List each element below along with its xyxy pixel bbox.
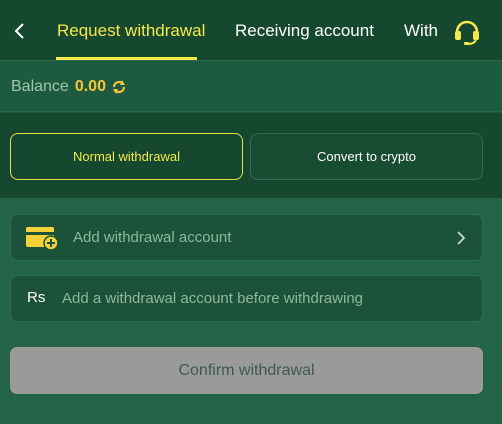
tab-request-withdrawal[interactable]: Request withdrawal	[57, 0, 206, 60]
headset-icon	[455, 20, 479, 45]
active-tab-indicator	[56, 57, 197, 60]
normal-withdrawal-button[interactable]: Normal withdrawal	[10, 133, 243, 180]
refresh-icon	[112, 79, 126, 94]
refresh-button[interactable]	[111, 79, 127, 95]
top-bar: Request withdrawal Receiving account Wit…	[0, 0, 502, 61]
tab-receiving-account[interactable]: Receiving account	[235, 0, 374, 60]
balance-value: 0.00	[74, 77, 106, 95]
withdrawal-account-notice: Rs Add a withdrawal account before withd…	[10, 275, 483, 322]
back-button[interactable]	[9, 18, 29, 44]
wallet-add-icon	[26, 227, 59, 251]
tab-request-withdrawal-label: Request withdrawal	[57, 20, 206, 40]
convert-to-crypto-button[interactable]: Convert to crypto	[250, 133, 483, 180]
confirm-withdrawal-button[interactable]: Confirm withdrawal	[10, 347, 483, 394]
withdrawal-account-notice-label: Add a withdrawal account before withdraw…	[62, 290, 364, 307]
chevron-left-icon	[14, 23, 24, 39]
rupee-icon: Rs	[27, 289, 46, 306]
tab-with-label: With	[404, 20, 438, 40]
chevron-right-icon	[457, 231, 466, 245]
add-withdrawal-account-button[interactable]: Add withdrawal account	[10, 214, 483, 261]
tab-with[interactable]: With	[404, 0, 438, 60]
normal-withdrawal-label: Normal withdrawal	[73, 149, 180, 164]
add-withdrawal-account-label: Add withdrawal account	[73, 229, 232, 246]
support-button[interactable]	[450, 15, 484, 47]
balance-label: Balance	[11, 77, 69, 95]
balance-row: Balance 0.00	[0, 62, 502, 112]
tab-receiving-account-label: Receiving account	[235, 20, 374, 40]
convert-to-crypto-label: Convert to crypto	[317, 149, 416, 164]
confirm-withdrawal-label: Confirm withdrawal	[178, 361, 315, 379]
